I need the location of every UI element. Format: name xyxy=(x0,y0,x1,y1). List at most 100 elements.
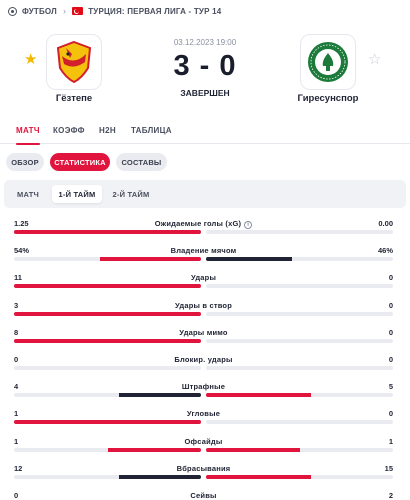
stat-row: 3 Удары в створ 0 xyxy=(14,301,393,321)
stat-home-bar-fill xyxy=(107,447,201,452)
stat-row: 1.25 Ожидаемые голы (xG) i 0.00 xyxy=(14,219,393,239)
stat-away-value: 0 xyxy=(388,327,393,337)
stat-home-value: 54% xyxy=(14,246,30,256)
away-team-name[interactable]: Гиресунспор xyxy=(273,93,383,104)
stat-away-value: 1 xyxy=(388,436,393,446)
stat-name: Блокир. удары xyxy=(74,355,333,364)
stat-away-bar xyxy=(206,311,393,316)
stat-name: Офсайды xyxy=(74,437,333,446)
stat-away-bar xyxy=(206,338,393,343)
stat-name-label: Офсайды xyxy=(184,436,223,446)
subtab-statistics[interactable]: СТАТИСТИКА xyxy=(50,153,110,171)
stat-home-value: 4 xyxy=(14,382,19,392)
stat-home-bar-fill xyxy=(14,311,201,316)
breadcrumb-league[interactable]: ТУРЦИЯ: ПЕРВАЯ ЛИГА - ТУР 14 xyxy=(88,7,221,16)
stat-away-value: 5 xyxy=(388,382,393,392)
stat-home-value: 8 xyxy=(14,327,19,337)
match-status: ЗАВЕРШЕН xyxy=(180,88,230,98)
stat-name-label: Угловые xyxy=(186,409,221,419)
stat-name: Владение мячом xyxy=(74,246,333,255)
period-second-half[interactable]: 2-Й ТАЙМ xyxy=(106,185,156,203)
stat-home-bar-fill xyxy=(118,393,201,398)
stat-away-bar xyxy=(206,474,393,479)
period-first-half[interactable]: 1-Й ТАЙМ xyxy=(52,185,102,203)
stat-name-label: Владение мячом xyxy=(170,246,237,256)
stat-row: 11 Удары 0 xyxy=(14,273,393,293)
tab-odds[interactable]: КОЭФФ xyxy=(53,126,85,135)
tab-h2h[interactable]: H2H xyxy=(99,126,116,135)
stat-away-bar-fill xyxy=(206,474,311,479)
away-team-logo[interactable] xyxy=(300,34,356,90)
stat-home-bar-fill xyxy=(118,474,201,479)
turkey-flag-icon xyxy=(72,7,84,15)
stat-away-value: 2 xyxy=(388,491,393,500)
stat-home-bar xyxy=(14,447,201,452)
stat-away-bar xyxy=(206,420,393,425)
stat-home-value: 12 xyxy=(14,463,23,473)
stat-away-value: 46% xyxy=(377,246,393,256)
stat-name: Ожидаемые голы (xG) i xyxy=(74,219,333,229)
stat-home-bar-fill xyxy=(100,257,201,262)
stat-home-bar xyxy=(14,474,201,479)
stat-away-bar-fill xyxy=(206,257,293,262)
stat-home-bar-fill xyxy=(14,230,201,234)
stat-home-value: 1.25 xyxy=(14,219,29,228)
subtab-summary[interactable]: ОБЗОР xyxy=(6,153,44,171)
stat-home-bar xyxy=(14,420,201,425)
stat-home-value: 0 xyxy=(14,355,19,364)
stat-away-value: 0 xyxy=(388,300,393,310)
stat-away-bar-fill xyxy=(206,393,311,398)
favorite-star-icon[interactable]: ☆ xyxy=(368,52,381,67)
stat-away-bar xyxy=(206,230,393,234)
stat-name: Сейвы xyxy=(74,491,333,500)
favorite-star-icon[interactable]: ★ xyxy=(24,52,37,67)
info-icon[interactable]: i xyxy=(244,221,253,229)
giresunspor-logo-icon xyxy=(308,42,348,82)
home-team-logo[interactable] xyxy=(46,34,102,90)
stat-name-label: Ожидаемые голы (xG) xyxy=(154,219,242,228)
stat-away-bar xyxy=(206,366,393,370)
stat-name: Угловые xyxy=(74,409,333,418)
stat-away-bar xyxy=(206,447,393,452)
breadcrumb-sport[interactable]: ФУТБОЛ xyxy=(22,7,57,16)
period-match[interactable]: МАТЧ xyxy=(10,185,46,203)
stat-home-bar-fill xyxy=(14,420,201,425)
stat-away-bar xyxy=(206,393,393,398)
stat-away-value: 15 xyxy=(384,463,393,473)
stat-home-bar xyxy=(14,230,201,234)
stat-home-bar-fill xyxy=(14,338,201,343)
stat-home-bar xyxy=(14,393,201,398)
stat-home-bar xyxy=(14,284,201,289)
match-date: 03.12.2023 19:00 xyxy=(173,38,237,47)
stat-home-value: 0 xyxy=(14,491,19,500)
stat-home-bar xyxy=(14,257,201,262)
stat-home-bar-fill xyxy=(14,284,201,289)
soccer-ball-icon xyxy=(8,6,17,16)
stat-home-bar xyxy=(14,366,201,370)
stat-name: Удары xyxy=(74,273,333,282)
stat-name-label: Удары xyxy=(190,273,217,283)
stat-row: 54% Владение мячом 46% xyxy=(14,246,393,266)
stat-home-value: 11 xyxy=(14,273,22,283)
stat-name: Удары мимо xyxy=(74,328,333,337)
stat-away-value: 0 xyxy=(388,273,393,283)
home-team-name[interactable]: Гёзтепе xyxy=(19,93,129,104)
stat-home-bar xyxy=(14,338,201,343)
tab-table[interactable]: ТАБЛИЦА xyxy=(131,126,172,135)
stat-name: Штрафные xyxy=(74,382,333,391)
stat-row: 4 Штрафные 5 xyxy=(14,382,393,402)
stat-name-label: Сейвы xyxy=(190,491,217,500)
stat-home-value: 1 xyxy=(14,436,19,446)
stat-home-value: 3 xyxy=(14,300,19,310)
tab-match[interactable]: МАТЧ xyxy=(16,126,40,145)
stat-home-bar xyxy=(14,311,201,316)
subtab-lineups[interactable]: СОСТАВЫ xyxy=(116,153,167,171)
main-tabs: МАТЧ КОЭФФ H2H ТАБЛИЦА xyxy=(0,120,410,145)
goztepe-logo-icon xyxy=(56,40,92,84)
stat-away-value: 0.00 xyxy=(378,219,393,228)
stat-name-label: Блокир. удары xyxy=(174,355,233,364)
stat-name-label: Удары в створ xyxy=(174,300,232,310)
stat-name-label: Штрафные xyxy=(181,382,226,392)
stat-home-value: 1 xyxy=(14,409,19,419)
stat-name-label: Вбрасывания xyxy=(176,463,231,473)
